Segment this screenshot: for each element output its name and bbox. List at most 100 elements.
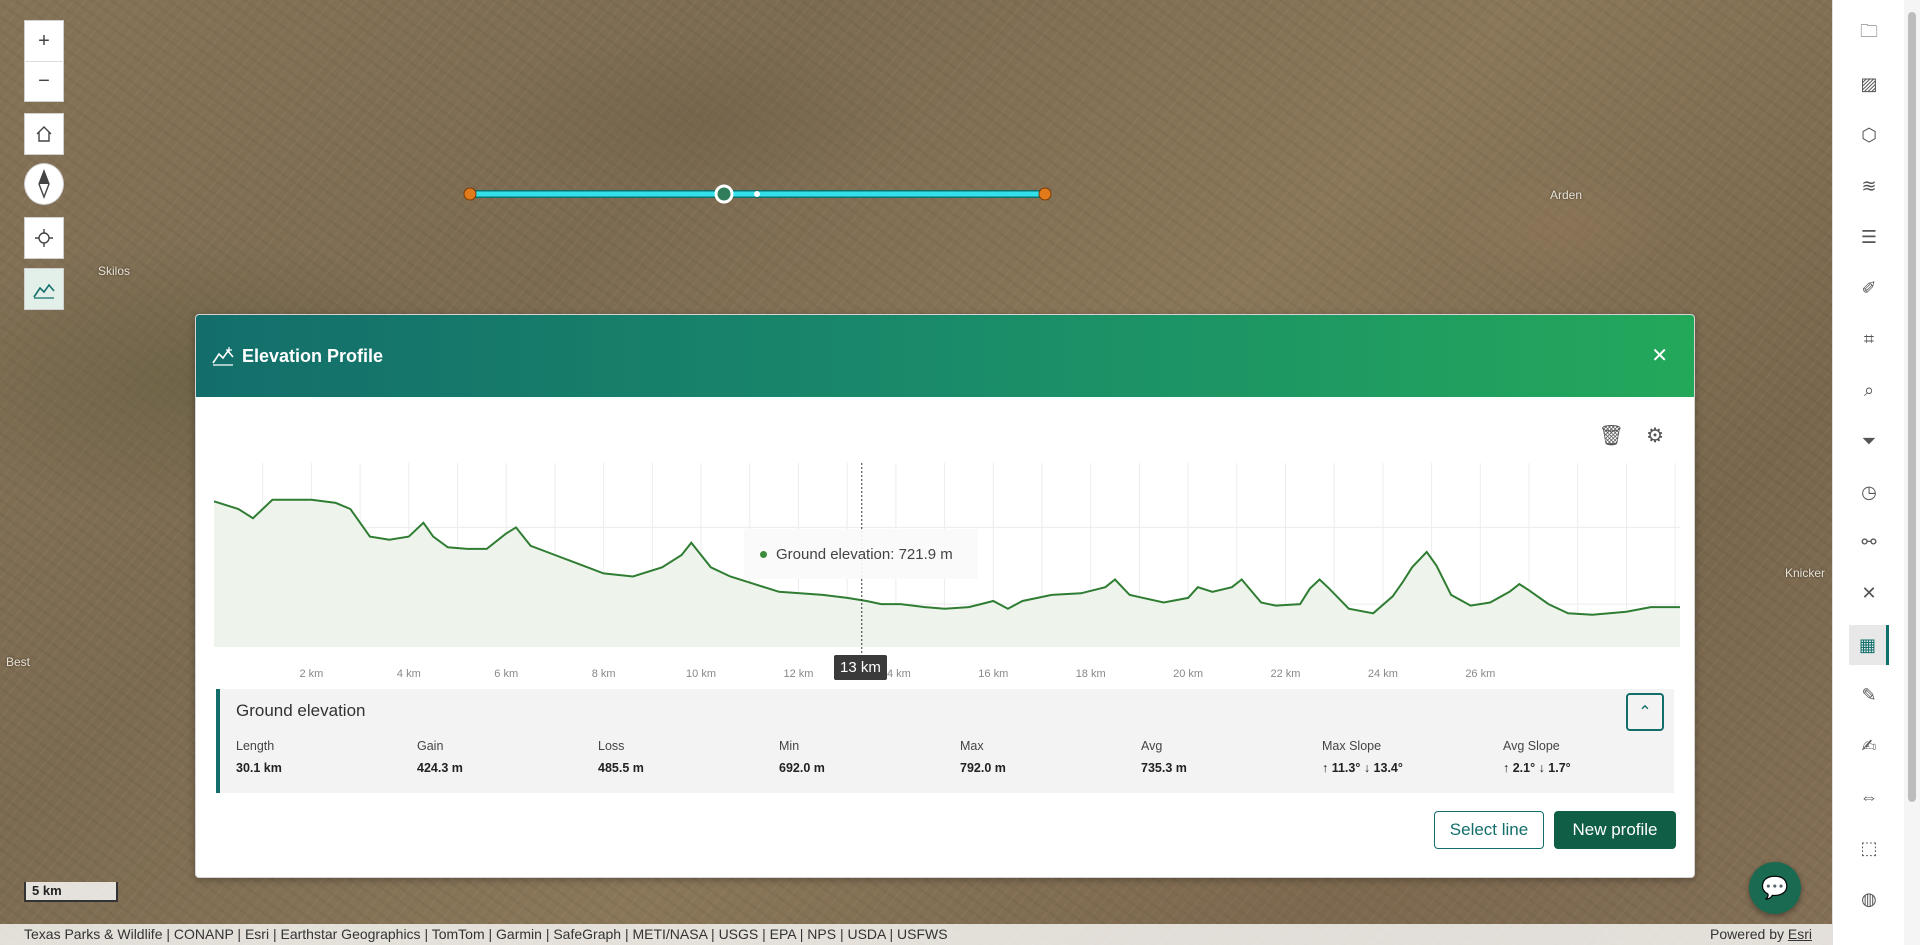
stat-value: 30.1 km [236,761,282,775]
stat-value: 692.0 m [779,761,825,775]
search-icon[interactable]: ⌕ [1855,376,1883,404]
chart-toolbar: 🗑 ⚙ [1599,423,1664,448]
stat-label: Loss [598,739,625,753]
qr-code-icon[interactable]: ▦ [1849,625,1889,665]
x-tick-label: 18 km [1076,668,1106,680]
compass-button[interactable] [24,163,64,205]
gear-icon[interactable]: ⚙ [1646,423,1664,448]
x-tick-label: 16 km [978,668,1008,680]
globe-icon[interactable]: ◍ [1855,885,1883,913]
stat-value: 485.5 m [598,761,644,775]
scale-bar: 5 km [24,882,118,902]
stat-label: Avg [1141,739,1163,753]
chevron-up-icon: ⌃ [1638,704,1652,721]
stat-label: Length [236,739,275,753]
collapse-button[interactable]: ⌃ [1626,693,1664,731]
elevation-profile-icon [33,283,55,299]
select-icon[interactable]: ⬚ [1855,834,1883,862]
locate-button[interactable] [24,217,64,259]
stat-min: Min 692.0 m [779,739,960,775]
x-tick-label: 4 km [397,668,421,680]
x-tick-label: 12 km [783,668,813,680]
x-tick-label: 8 km [592,668,616,680]
stat-label: Min [779,739,800,753]
powered-by-label: Powered by [1710,926,1784,942]
x-tick-label: 22 km [1271,668,1301,680]
trash-icon[interactable]: 🗑 [1599,423,1624,448]
zoom-control: + − [24,20,64,102]
x-tick-label: 24 km [1368,668,1398,680]
tooltip-text: Ground elevation: 721.9 m [776,545,953,563]
x-tick-label: 10 km [686,668,716,680]
home-icon [36,126,52,142]
compass-icon [38,169,50,199]
stats-title: Ground elevation [236,701,366,720]
map-attribution: Texas Parks & Wildlife | CONANP | Esri |… [0,924,1832,945]
stat-max: Max 792.0 m [960,739,1141,775]
elevation-profile-icon [212,347,234,366]
panel-title: Elevation Profile [242,345,384,366]
layers-icon[interactable]: ≋ [1855,172,1883,200]
new-profile-button[interactable]: New profile [1554,811,1676,849]
map-label-arden: Arden [1550,188,1583,202]
cube-icon[interactable]: ⬡ [1855,121,1883,149]
stat-value: 735.3 m [1141,761,1187,775]
elevation-profile-panel: Elevation Profile ✕ 🗑 ⚙ 700 m750 m2 km4 … [195,314,1695,878]
stat-label: Max [960,739,984,753]
esri-link[interactable]: Esri [1788,926,1812,942]
panel-header: Elevation Profile [196,315,1694,397]
x-tick-label: 2 km [299,668,323,680]
locate-icon [35,229,53,247]
stat-max-slope: Max Slope ↑ 11.3° ↓ 13.4° [1322,739,1503,775]
x-tick-label: 6 km [494,668,518,680]
ground-elevation-stats: Ground elevation ⌃ Length 30.1 km Gain 424… [216,689,1674,793]
clock-icon[interactable]: ◷ [1855,478,1883,506]
tools-icon[interactable]: ✕ [1855,579,1883,607]
elevation-profile-button[interactable] [24,268,64,310]
close-icon[interactable]: ✕ [1651,343,1668,368]
stat-label: Max Slope [1322,739,1382,753]
stat-value: ↑ 2.1° ↓ 1.7° [1503,761,1571,775]
stat-gain: Gain 424.3 m [417,739,598,775]
folder-icon[interactable]: 🗀 [1855,20,1883,48]
edit-icon[interactable]: ✍ [1855,732,1883,760]
home-button[interactable] [24,113,64,155]
stat-length: Length 30.1 km [236,739,417,775]
line-hover-point[interactable] [714,184,734,204]
legend-list-icon[interactable]: ☰ [1855,223,1883,251]
pencil-icon[interactable]: ✎ [1855,681,1883,709]
line-midpoint-handle[interactable] [754,191,760,197]
stat-avg: Avg 735.3 m [1141,739,1322,775]
x-tick-label: 26 km [1465,668,1495,680]
crosshair-label: 13 km [834,655,887,680]
zoom-out-button[interactable]: − [24,61,64,101]
measure-icon[interactable]: ⇔ [1855,783,1883,811]
stat-value: ↑ 11.3° ↓ 13.4° [1322,761,1403,775]
stat-loss: Loss 485.5 m [598,739,779,775]
scrollbar[interactable] [1904,0,1920,945]
map-label-skilos: Skilos [98,264,131,278]
chat-icon: 💬 [1761,875,1789,900]
filter-icon[interactable]: ⏷ [1855,427,1883,455]
palette-icon[interactable]: ✐ [1855,274,1883,302]
scrollbar-thumb[interactable] [1908,12,1916,802]
bookmark-tag-icon[interactable]: ⌗ [1855,325,1883,353]
powered-by: Powered by Esri [1710,924,1812,945]
select-line-button[interactable]: Select line [1434,811,1544,849]
line-end-vertex[interactable] [1038,187,1052,201]
stat-label: Avg Slope [1503,739,1560,753]
map-label-best: Best [6,655,31,669]
stat-value: 424.3 m [417,761,463,775]
right-action-bar: 🗀 ▨ ⬡ ≋ ☰ ✐ ⌗ ⌕ ⏷ ◷ ⚯ ✕ ▦ ✎ ✍ ⇔ ⬚ ◍ [1832,0,1904,945]
stat-avg-slope: Avg Slope ↑ 2.1° ↓ 1.7° [1503,739,1684,775]
line-start-vertex[interactable] [463,187,477,201]
basemap-icon[interactable]: ▨ [1855,70,1883,98]
x-tick-label: 20 km [1173,668,1203,680]
tooltip-series-dot [760,550,767,558]
zoom-in-button[interactable]: + [24,21,64,61]
attribution-text: Texas Parks & Wildlife | CONANP | Esri |… [24,926,948,942]
chat-button[interactable]: 💬 [1749,862,1801,914]
link-icon[interactable]: ⚯ [1855,528,1883,556]
map-label-knicker: Knicker [1785,566,1826,580]
stat-value: 792.0 m [960,761,1006,775]
